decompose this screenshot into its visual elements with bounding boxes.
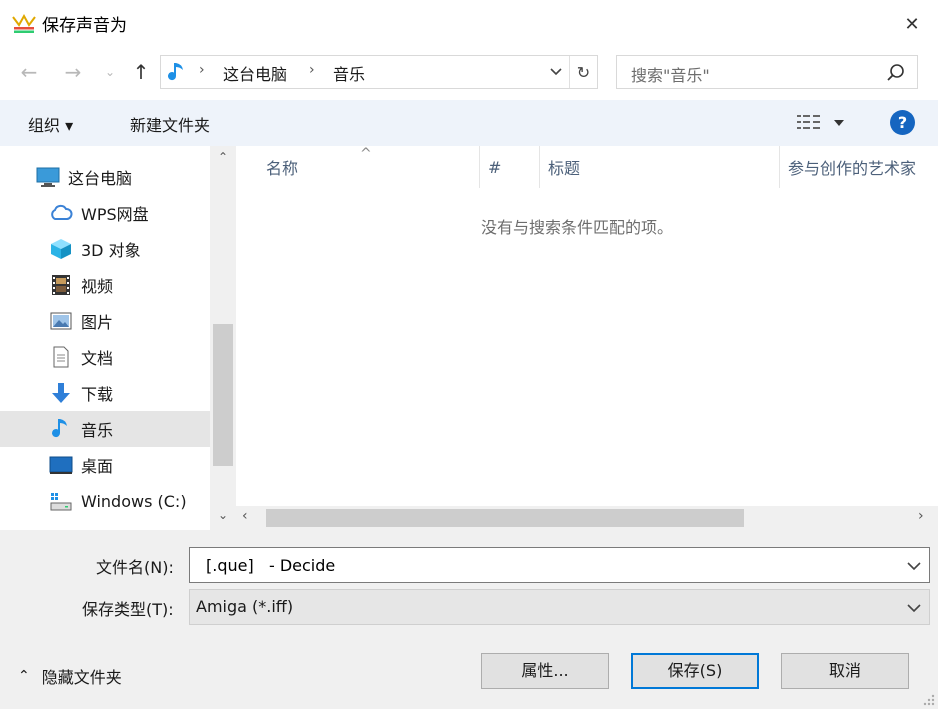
nav-item-windows-c[interactable]: Windows (C:) xyxy=(0,483,210,519)
search-placeholder: 搜索"音乐" xyxy=(631,66,710,85)
scroll-right-arrow-icon[interactable]: › xyxy=(918,508,924,524)
nav-label: 图片 xyxy=(81,313,114,332)
new-folder-button[interactable]: 新建文件夹 xyxy=(130,112,210,136)
hide-folders-toggle[interactable]: ⌃ 隐藏文件夹 xyxy=(18,664,122,688)
filename-field[interactable] xyxy=(189,547,930,583)
filename-label: 文件名(N): xyxy=(96,558,174,577)
breadcrumb-music[interactable]: 音乐 xyxy=(333,61,365,85)
command-bar: 组织 ▾ 新建文件夹 ? xyxy=(0,100,938,146)
refresh-button[interactable]: ↻ xyxy=(569,56,597,88)
chevron-down-icon[interactable] xyxy=(904,557,924,575)
help-button[interactable]: ? xyxy=(890,110,915,135)
chevron-down-icon xyxy=(550,68,562,76)
nav-item-3d-objects[interactable]: 3D 对象 xyxy=(0,231,210,267)
nav-item-music[interactable]: 音乐 xyxy=(0,411,210,447)
filetype-select[interactable]: Amiga (*.iff) xyxy=(189,589,930,625)
nav-pane-scrollbar[interactable]: ⌃ ⌄ xyxy=(210,146,236,530)
nav-item-desktop[interactable]: 桌面 xyxy=(0,447,210,483)
drive-icon xyxy=(50,493,72,511)
properties-button[interactable]: 属性... xyxy=(481,653,609,689)
close-icon: ✕ xyxy=(904,13,920,35)
hide-folders-label: 隐藏文件夹 xyxy=(41,668,122,687)
nav-item-this-pc[interactable]: 这台电脑 xyxy=(0,159,210,195)
desktop-icon xyxy=(49,456,73,474)
back-button[interactable]: ← xyxy=(14,58,44,86)
music-note-icon xyxy=(52,419,67,438)
nav-label: 音乐 xyxy=(81,421,114,440)
details-view-icon xyxy=(797,115,844,129)
scroll-down-arrow-icon[interactable]: ⌄ xyxy=(210,508,236,528)
download-arrow-icon xyxy=(52,383,70,403)
close-button[interactable]: ✕ xyxy=(890,9,934,39)
title-bar: 保存声音为 ✕ xyxy=(0,0,938,46)
organize-menu-button[interactable]: 组织 ▾ xyxy=(28,112,73,136)
address-bar[interactable]: › 这台电脑 › 音乐 ↻ xyxy=(160,55,598,89)
cloud-icon xyxy=(51,204,73,220)
nav-label: 文档 xyxy=(81,349,114,368)
nav-label: 桌面 xyxy=(81,457,114,476)
picture-icon xyxy=(50,312,72,330)
music-note-icon xyxy=(168,63,183,81)
column-header-title[interactable]: 标题 xyxy=(540,146,780,188)
nav-item-documents[interactable]: 文档 xyxy=(0,339,210,375)
search-input[interactable]: 搜索"音乐" xyxy=(616,55,918,89)
nav-item-wps-cloud[interactable]: WPS网盘 xyxy=(0,195,210,231)
document-icon xyxy=(53,346,69,368)
scrollbar-thumb[interactable] xyxy=(266,509,744,527)
nav-item-videos[interactable]: 视频 xyxy=(0,267,210,303)
breadcrumb-chevron[interactable]: › xyxy=(199,62,205,78)
empty-results-message: 没有与搜索条件匹配的项。 xyxy=(481,218,674,237)
column-header-contributing-artists[interactable]: 参与创作的艺术家 xyxy=(780,146,938,188)
scrollbar-thumb[interactable] xyxy=(213,324,233,466)
nav-label: 3D 对象 xyxy=(81,241,141,260)
crown-app-icon xyxy=(12,13,36,33)
scroll-up-arrow-icon[interactable]: ⌃ xyxy=(210,150,236,170)
window-title: 保存声音为 xyxy=(42,16,127,36)
recent-locations-button[interactable]: ⌄ xyxy=(100,58,120,86)
nav-item-downloads[interactable]: 下载 xyxy=(0,375,210,411)
computer-icon xyxy=(36,167,60,187)
nav-label: WPS网盘 xyxy=(81,205,149,224)
file-list-horizontal-scrollbar[interactable]: ‹ › xyxy=(236,506,938,530)
save-form: 文件名(N): 保存类型(T): Amiga (*.iff) ⌃ 隐藏文件夹 属… xyxy=(0,530,938,709)
breadcrumb-this-pc[interactable]: 这台电脑 xyxy=(223,61,287,85)
address-dropdown-button[interactable] xyxy=(543,56,569,88)
scroll-left-arrow-icon[interactable]: ‹ xyxy=(242,508,248,524)
navigation-pane: 这台电脑 WPS网盘 3D 对象 视频 图片 文档 下载 音乐 桌面 Windo… xyxy=(0,146,236,530)
filetype-label: 保存类型(T): xyxy=(82,600,174,619)
search-icon[interactable] xyxy=(885,62,907,84)
nav-label: 下载 xyxy=(81,385,114,404)
chevron-down-icon[interactable] xyxy=(904,599,924,617)
view-options-button[interactable] xyxy=(796,112,850,134)
cube-icon xyxy=(51,239,71,259)
forward-button[interactable]: → xyxy=(58,58,88,86)
film-icon xyxy=(52,275,70,295)
up-button[interactable]: ↑ xyxy=(126,58,156,86)
sort-ascending-icon: ^ xyxy=(360,146,372,162)
refresh-icon: ↻ xyxy=(576,62,591,82)
cancel-button[interactable]: 取消 xyxy=(781,653,909,689)
resize-grip-icon[interactable] xyxy=(918,689,936,707)
nav-item-pictures[interactable]: 图片 xyxy=(0,303,210,339)
breadcrumb-chevron[interactable]: › xyxy=(309,62,315,78)
file-list[interactable]: 名称 ^ # 标题 参与创作的艺术家 没有与搜索条件匹配的项。 xyxy=(236,146,938,530)
column-header-track-number[interactable]: # xyxy=(480,146,540,188)
nav-label: 这台电脑 xyxy=(68,169,133,188)
save-button[interactable]: 保存(S) xyxy=(631,653,759,689)
nav-label: 视频 xyxy=(81,277,114,296)
chevron-up-icon: ⌃ xyxy=(18,668,30,684)
nav-label: Windows (C:) xyxy=(81,491,187,511)
